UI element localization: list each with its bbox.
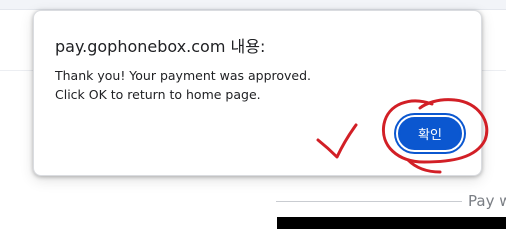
- alert-dialog: pay.gophonebox.com 내용: Thank you! Your p…: [33, 10, 482, 176]
- dialog-message-line-1: Thank you! Your payment was approved.: [55, 68, 312, 83]
- dialog-title: pay.gophonebox.com 내용:: [55, 37, 266, 56]
- ok-button[interactable]: 확인: [398, 117, 462, 150]
- browser-top-strip: [0, 0, 506, 10]
- dialog-message: Thank you! Your payment was approved. Cl…: [55, 66, 311, 104]
- pay-divider: [276, 201, 462, 202]
- dialog-message-line-2: Click OK to return to home page.: [55, 87, 261, 102]
- payment-button-partial[interactable]: [277, 217, 506, 229]
- pay-with-label: Pay w: [468, 192, 506, 210]
